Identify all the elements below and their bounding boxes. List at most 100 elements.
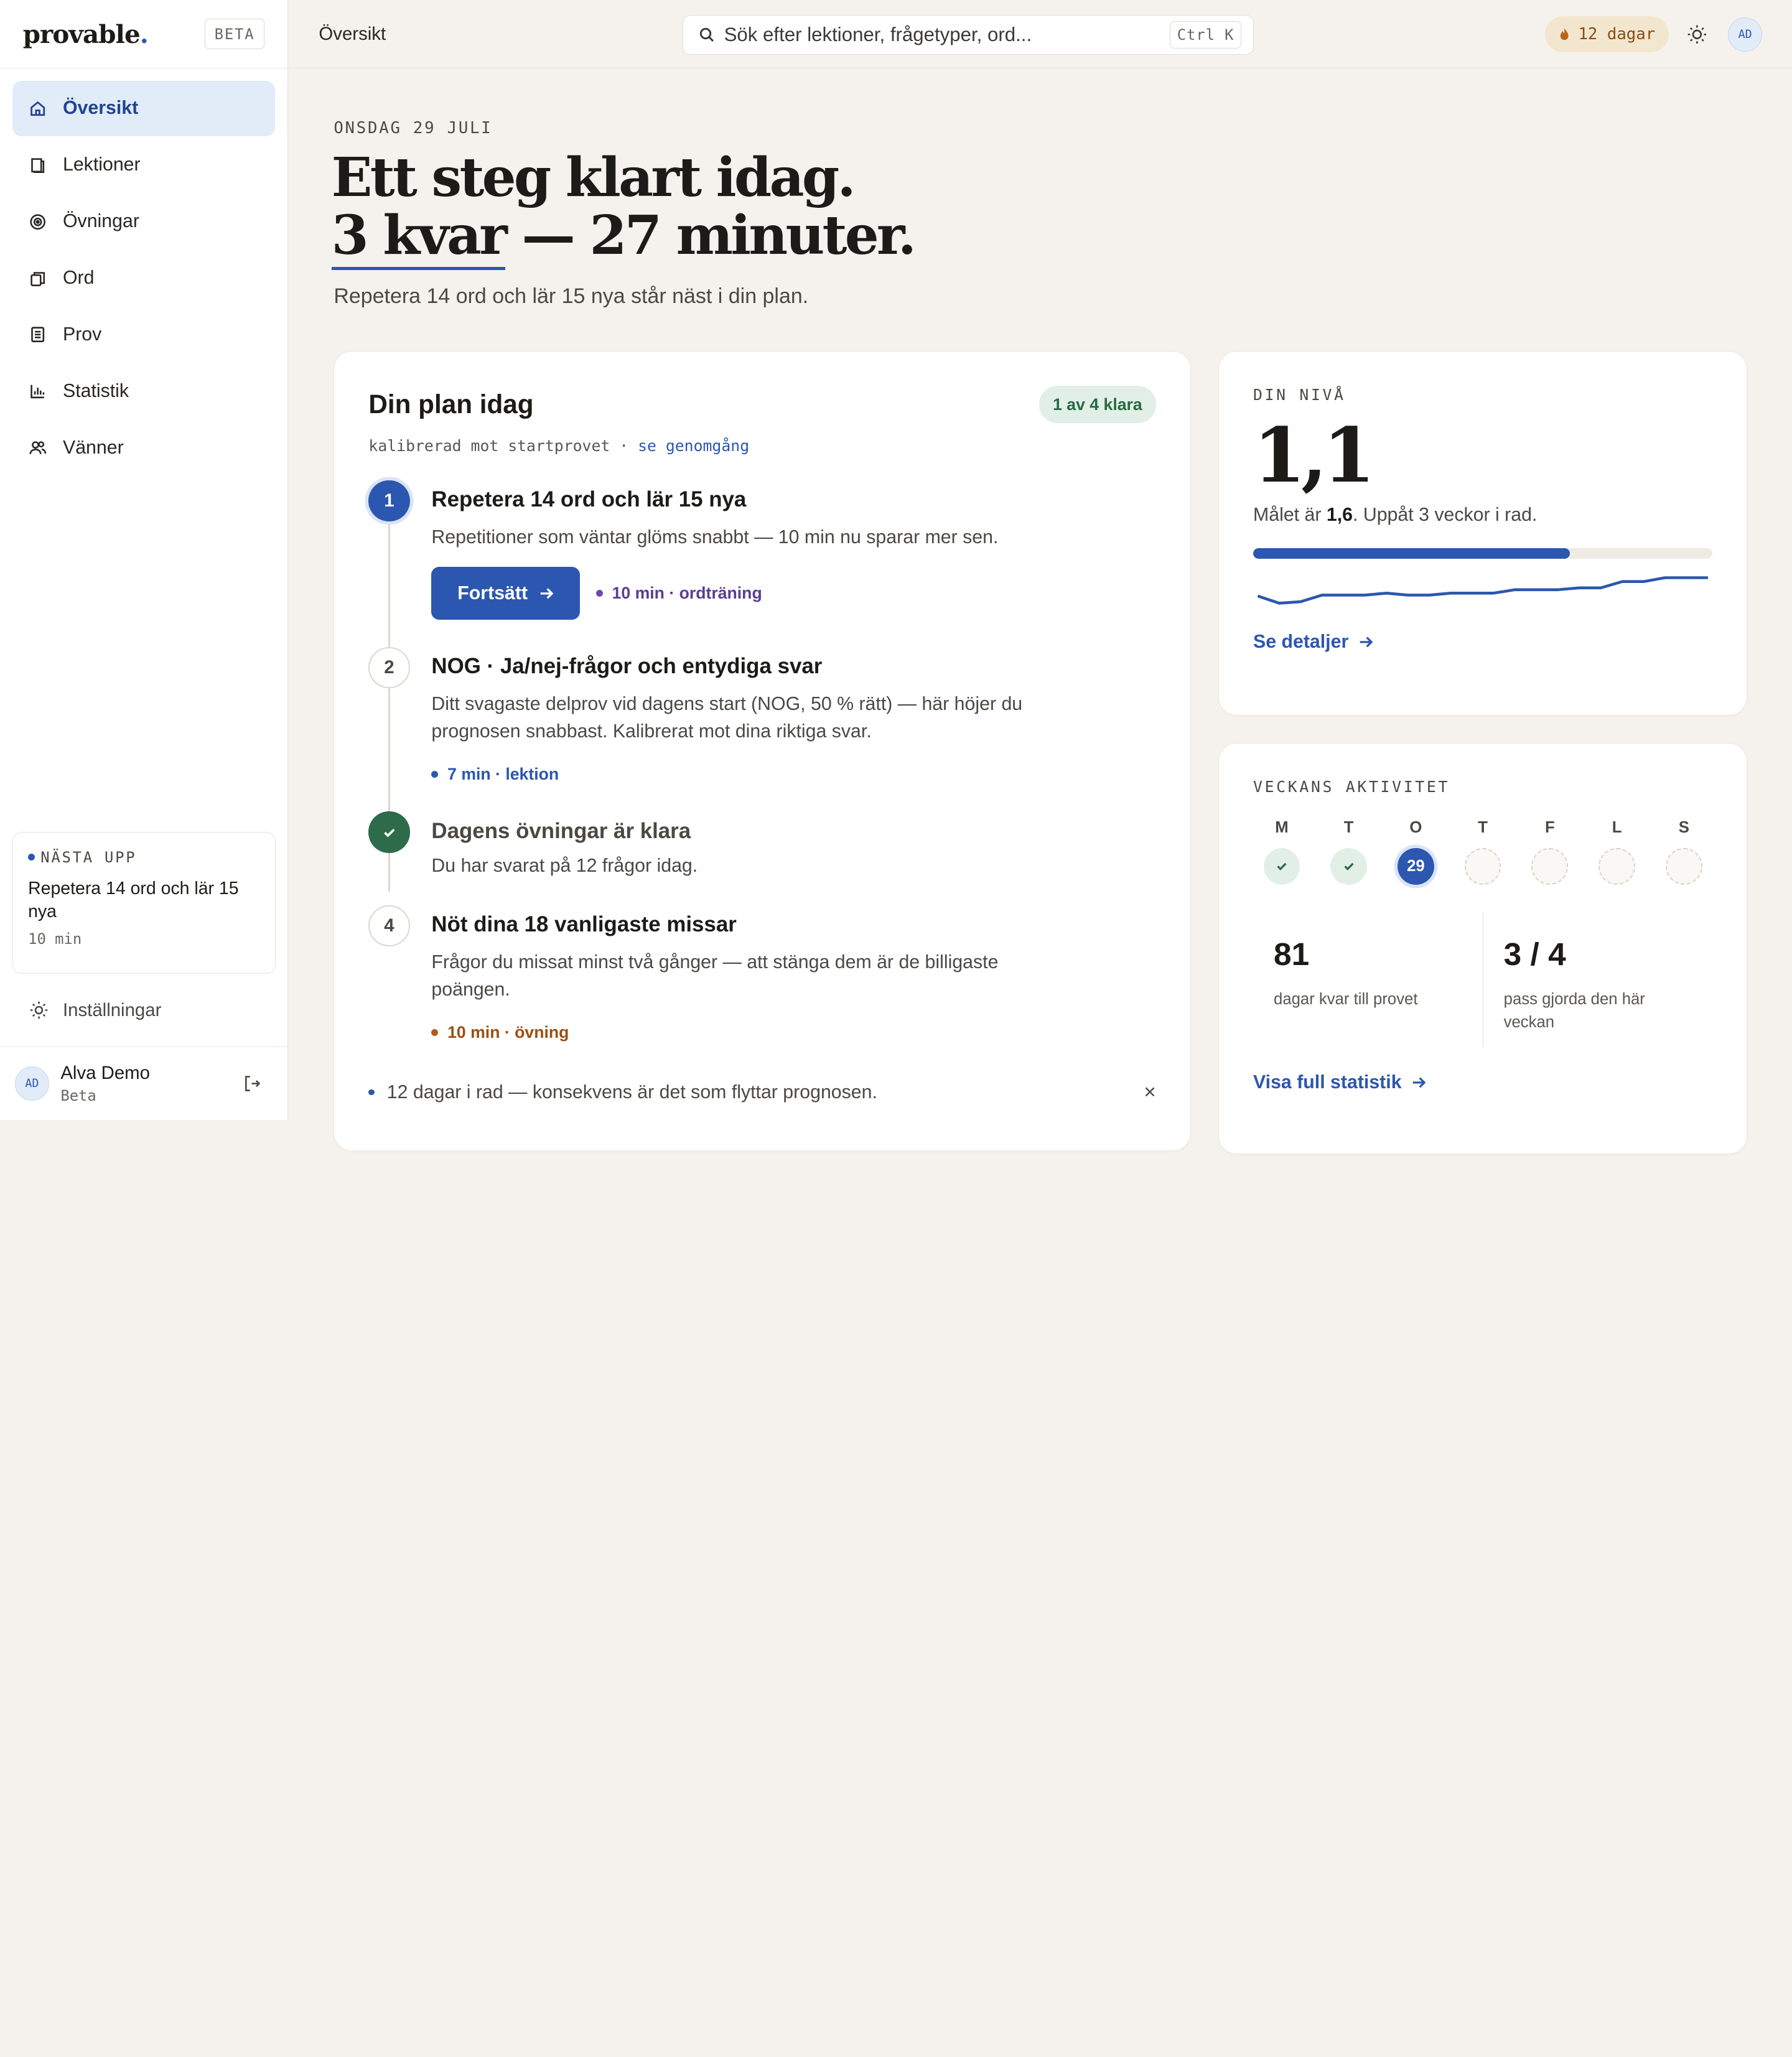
- level-progress-fill: [1253, 548, 1570, 559]
- avatar[interactable]: AD: [14, 1066, 49, 1101]
- day-letter: L: [1612, 818, 1622, 836]
- sidebar-item-ord[interactable]: Ord: [12, 251, 274, 306]
- week-label: VECKANS AKTIVITET: [1253, 777, 1450, 796]
- plan-step-1[interactable]: 1 Repetera 14 ord och lär 15 nya Repetit…: [368, 480, 1155, 650]
- step-title: NOG · Ja/nej-frågor och entydiga svar: [431, 654, 823, 679]
- sidebar-item-label: Prov: [62, 324, 102, 345]
- week-stats: 81 dagar kvar till provet 3 / 4 pass gjo…: [1253, 912, 1712, 1047]
- search-bar[interactable]: Ctrl K: [682, 14, 1254, 55]
- step-number: 4: [368, 905, 410, 947]
- sidebar-item-prov[interactable]: Prov: [12, 307, 274, 362]
- logout-icon[interactable]: [241, 1073, 262, 1094]
- plan-step-2[interactable]: 2 NOG · Ja/nej-frågor och entydiga svar …: [368, 646, 1155, 812]
- stat-sessions: 3 / 4 pass gjorda den här veckan: [1482, 912, 1713, 1047]
- continue-button-label: Fortsätt: [457, 582, 528, 604]
- theme-toggle-sun-icon[interactable]: [1686, 23, 1709, 46]
- full-stats-label: Visa full statistik: [1253, 1071, 1402, 1093]
- day-status-done: [1330, 848, 1368, 885]
- sidebar-item-ovningar[interactable]: Övningar: [12, 194, 274, 249]
- settings-link[interactable]: Inställningar: [12, 985, 275, 1035]
- day-status-done: [1263, 848, 1300, 885]
- plan-title: Din plan idag: [368, 389, 534, 419]
- sidebar-nav: Översikt Lektioner Övningar Ord Prov Sta…: [0, 68, 287, 475]
- weekly-activity-card: VECKANS AKTIVITET M T O 29 T F L S 81 da…: [1218, 742, 1748, 1155]
- level-goal: Målet är 1,6. Uppåt 3 veckor i rad.: [1253, 505, 1712, 526]
- document-icon: [29, 325, 47, 343]
- avatar[interactable]: AD: [1728, 17, 1763, 52]
- plan-subtitle-text: kalibrerad mot startprovet ·: [368, 437, 638, 455]
- sidebar-item-label: Statistik: [62, 381, 129, 401]
- step-meta: 7 min · lektion: [431, 765, 559, 784]
- step-actions: Fortsätt 10 min · ordträning: [431, 567, 1155, 620]
- sidebar-item-oversikt[interactable]: Översikt: [12, 81, 275, 136]
- meta-dot: [431, 1028, 439, 1036]
- goal-value: 1,6: [1326, 504, 1353, 525]
- step-connector: [388, 688, 391, 812]
- sidebar-item-statistik[interactable]: Statistik: [12, 364, 274, 419]
- step-meta-row: 10 min · övning: [431, 1020, 1155, 1042]
- user-name: Alva Demo: [60, 1062, 150, 1083]
- sidebar-item-label: Vänner: [62, 437, 124, 458]
- stat-days-left: 81 dagar kvar till provet: [1253, 912, 1483, 1047]
- hero-line-1: Ett steg klart idag.: [331, 146, 856, 209]
- brand-logo[interactable]: provable.: [22, 19, 149, 49]
- stat-value: 81: [1274, 935, 1310, 972]
- step-meta: 10 min · övning: [431, 1023, 569, 1042]
- hero-remaining-time: — 27 minuter.: [505, 204, 916, 268]
- plan-subtitle: kalibrerad mot startprovet · se genomgån…: [368, 437, 1155, 455]
- day-letter: T: [1478, 818, 1488, 836]
- day-letter: S: [1678, 818, 1689, 836]
- sidebar-item-lektioner[interactable]: Lektioner: [12, 138, 274, 192]
- sidebar: provable. BETA Översikt Lektioner Övning…: [0, 0, 288, 1120]
- cards-icon: [29, 269, 47, 287]
- plan-step-4[interactable]: 4 Nöt dina 18 vanligaste missar Frågor d…: [368, 905, 1155, 1042]
- brand-name: provable: [22, 19, 141, 49]
- stat-value: 3 / 4: [1503, 935, 1566, 972]
- user-meta: Alva Demo Beta: [60, 1063, 241, 1105]
- gear-icon: [30, 1001, 48, 1019]
- step-title: Repetera 14 ord och lär 15 nya: [431, 487, 747, 511]
- brand-dot: .: [139, 19, 149, 49]
- step-connector: [388, 852, 391, 892]
- day-tue: T: [1330, 819, 1368, 885]
- beta-tag: BETA: [204, 19, 265, 49]
- walkthrough-link[interactable]: se genomgång: [638, 437, 749, 455]
- tip-dot: [368, 1089, 375, 1096]
- sidebar-item-vanner[interactable]: Vänner: [12, 421, 274, 475]
- see-details-link[interactable]: Se detaljer: [1253, 632, 1374, 653]
- tip-text: 12 dagar i rad — konsekvens är det som f…: [386, 1081, 877, 1103]
- step-description: Du har svarat på 12 frågor idag.: [431, 856, 698, 877]
- step-complete-marker: [368, 811, 410, 853]
- plan-steps: 1 Repetera 14 ord och lär 15 nya Repetit…: [368, 480, 1155, 1042]
- user-profile: AD Alva Demo Beta: [0, 1047, 288, 1120]
- search-icon: [700, 27, 714, 42]
- continue-button[interactable]: Fortsätt: [431, 567, 581, 620]
- streak-label: 12 dagar: [1578, 25, 1656, 44]
- settings-label: Inställningar: [62, 999, 162, 1020]
- close-icon[interactable]: ×: [1144, 1081, 1155, 1104]
- stat-label: pass gjorda den här veckan: [1503, 991, 1645, 1031]
- day-letter: O: [1409, 818, 1422, 836]
- plan-step-3[interactable]: Dagens övningar är klara Du har svarat p…: [368, 811, 1155, 905]
- sidebar-item-label: Ord: [62, 268, 95, 289]
- next-up-card[interactable]: NÄSTA UPP Repetera 14 ord och lär 15 nya…: [12, 832, 276, 974]
- sidebar-item-label: Övningar: [62, 211, 139, 232]
- level-card: DIN NIVÅ 1,1 Målet är 1,6. Uppåt 3 vecko…: [1218, 350, 1748, 716]
- book-icon: [29, 156, 47, 174]
- step-description: Repetitioner som väntar glöms snabbt — 1…: [431, 526, 999, 548]
- search-input[interactable]: [724, 24, 1170, 47]
- users-icon: [29, 439, 47, 457]
- day-sat: L: [1598, 819, 1635, 885]
- date-label: ONSDAG 29 JULI: [334, 119, 493, 138]
- step-description: Ditt svagaste delprov vid dagens start (…: [431, 693, 1023, 742]
- next-up-label: NÄSTA UPP: [40, 848, 137, 866]
- streak-badge[interactable]: 12 dagar: [1545, 16, 1669, 53]
- step-meta-row: 7 min · lektion: [431, 762, 1155, 784]
- day-mon: M: [1263, 819, 1300, 885]
- plan-header: Din plan idag 1 av 4 klara: [368, 385, 1156, 424]
- trend-line: [1257, 576, 1708, 605]
- arrow-right-icon: [1360, 637, 1373, 648]
- search-shortcut: Ctrl K: [1169, 21, 1242, 49]
- full-stats-link[interactable]: Visa full statistik: [1253, 1072, 1427, 1093]
- check-icon: [1277, 863, 1287, 871]
